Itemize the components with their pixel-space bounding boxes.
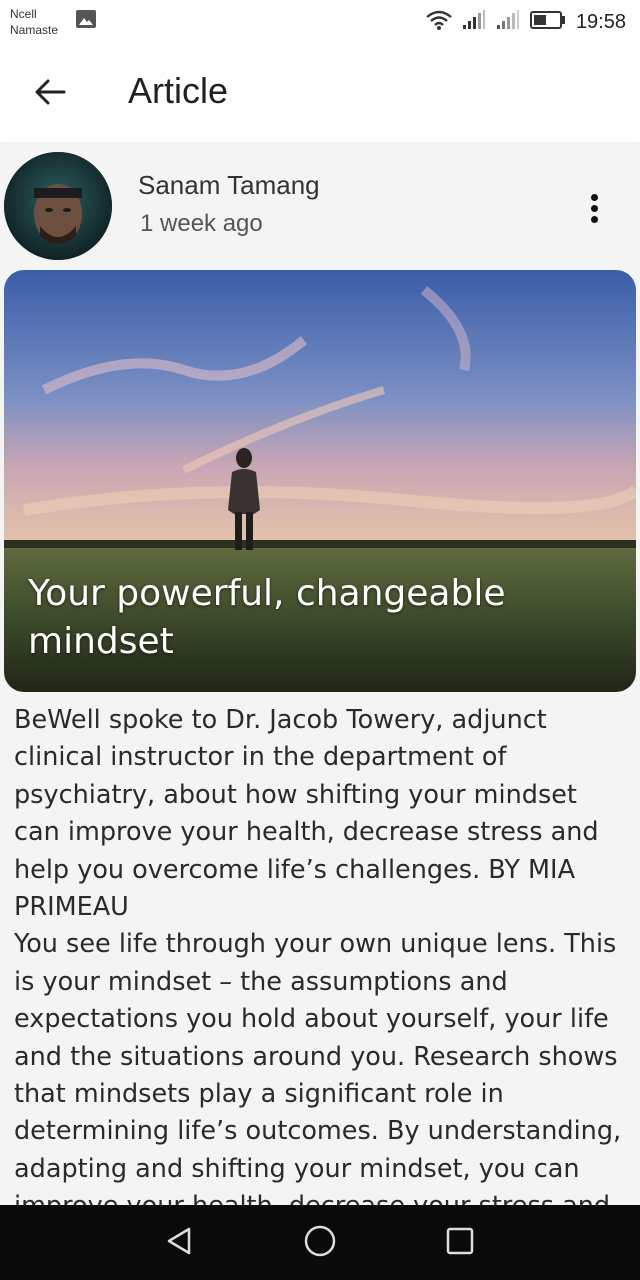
carrier-name: Ncell	[10, 7, 37, 21]
battery-icon	[529, 11, 566, 33]
article-body: BeWell spoke to Dr. Jacob Towery, adjunc…	[14, 705, 622, 1205]
nav-home-button[interactable]	[296, 1219, 344, 1267]
more-vertical-icon-dot	[590, 193, 598, 201]
carrier-greeting: Namaste	[10, 23, 59, 37]
home-circle-icon	[303, 1224, 337, 1262]
carrier-label: Ncell Namaste	[10, 6, 58, 38]
author-name[interactable]: Sanam Tamang	[138, 170, 320, 201]
nav-recents-button[interactable]	[436, 1219, 484, 1267]
signal-icon	[462, 10, 486, 34]
clock-time: 19:58	[575, 10, 626, 33]
system-nav-bar	[0, 1205, 640, 1280]
more-options-button[interactable]	[578, 188, 610, 228]
status-bar: Ncell Namaste 19:58	[0, 0, 640, 44]
back-button[interactable]	[30, 74, 70, 114]
avatar[interactable]	[4, 152, 112, 260]
article-title: Your powerful, changeable mindset	[28, 573, 506, 662]
nav-back-button[interactable]	[156, 1219, 204, 1267]
wifi-icon	[426, 10, 452, 34]
more-vertical-icon-dot	[590, 204, 598, 212]
more-vertical-icon-dot	[590, 215, 598, 223]
app-bar: Article	[0, 44, 640, 142]
back-triangle-icon	[165, 1226, 195, 1260]
recents-square-icon	[445, 1226, 475, 1260]
signal-icon	[496, 10, 520, 34]
post-timestamp: 1 week ago	[140, 210, 263, 237]
hero-image[interactable]: Your powerful, changeable mindset	[4, 270, 636, 692]
article-card: Sanam Tamang 1 week ago Your powerful, c…	[0, 142, 640, 1205]
arrow-left-icon	[34, 78, 66, 110]
page-title: Article	[128, 70, 229, 111]
gallery-icon	[76, 10, 96, 32]
